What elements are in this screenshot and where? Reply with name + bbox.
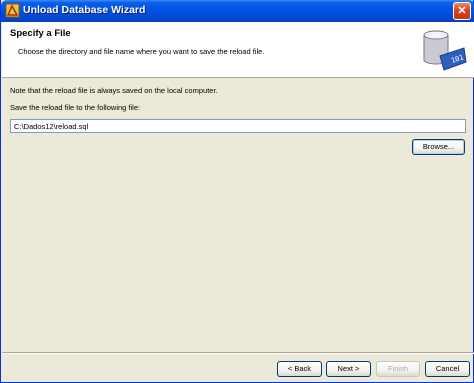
close-icon[interactable]: ✕ (453, 2, 471, 20)
window-title: Unload Database Wizard (23, 4, 146, 16)
cancel-button[interactable]: Cancel (425, 361, 470, 377)
reload-file-label: Save the reload file to the following fi… (10, 103, 141, 112)
finish-button[interactable]: Finish (376, 361, 420, 377)
wizard-header: Specify a File Choose the directory and … (2, 22, 474, 78)
page-description: Choose the directory and file name where… (18, 47, 265, 56)
reload-file-input[interactable] (10, 119, 466, 133)
wizard-content: Note that the reload file is always save… (2, 79, 474, 353)
title-bar[interactable]: Unload Database Wizard ✕ (1, 0, 474, 22)
browse-button[interactable]: Browse... (412, 139, 465, 155)
footer-divider (2, 352, 474, 354)
back-button[interactable]: < Back (277, 361, 322, 377)
page-title: Specify a File (10, 28, 71, 39)
next-button[interactable]: Next > (326, 361, 371, 377)
wizard-app-icon (5, 3, 20, 18)
wizard-window: Unload Database Wizard ✕ Specify a File … (0, 0, 474, 383)
local-computer-note: Note that the reload file is always save… (10, 86, 218, 95)
database-file-icon: 101 (423, 30, 467, 71)
